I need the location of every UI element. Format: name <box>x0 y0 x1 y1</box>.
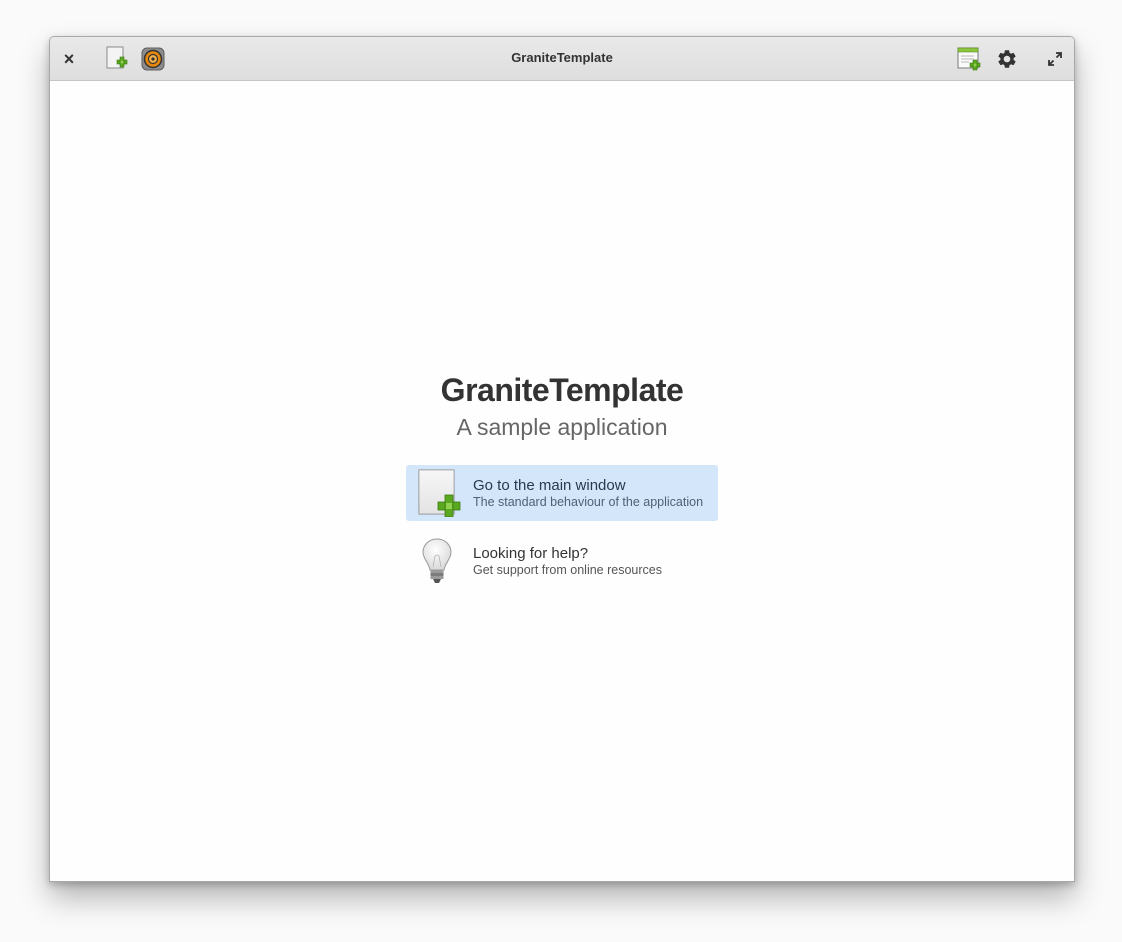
welcome-subtitle: A sample application <box>456 414 668 440</box>
option-description: Get support from online resources <box>473 563 662 577</box>
welcome-header: GraniteTemplate A sample application <box>50 370 1074 442</box>
maximize-icon <box>1048 52 1062 66</box>
option-title: Looking for help? <box>473 545 589 562</box>
help-option[interactable]: Looking for help? Get support from onlin… <box>406 533 718 589</box>
option-title: Go to the main window <box>473 477 626 494</box>
maximize-button[interactable] <box>1040 44 1070 74</box>
app-window: × GraniteTemplate GraniteTemplate A samp… <box>49 36 1075 882</box>
desktop: × GraniteTemplate GraniteTemplate A samp… <box>0 0 1122 942</box>
new-tab-button[interactable] <box>954 44 984 74</box>
headerbar: × GraniteTemplate <box>50 37 1074 81</box>
new-document-icon <box>418 469 461 517</box>
welcome-title: GraniteTemplate <box>440 372 684 408</box>
option-description: The standard behaviour of the applicatio… <box>473 495 704 509</box>
lightbulb-icon <box>422 538 452 583</box>
settings-button[interactable] <box>992 44 1022 74</box>
main-window-option[interactable]: Go to the main window The standard behav… <box>406 465 718 521</box>
new-tab-icon <box>957 47 981 71</box>
window-title: GraniteTemplate <box>511 50 613 65</box>
gear-icon <box>998 50 1016 68</box>
